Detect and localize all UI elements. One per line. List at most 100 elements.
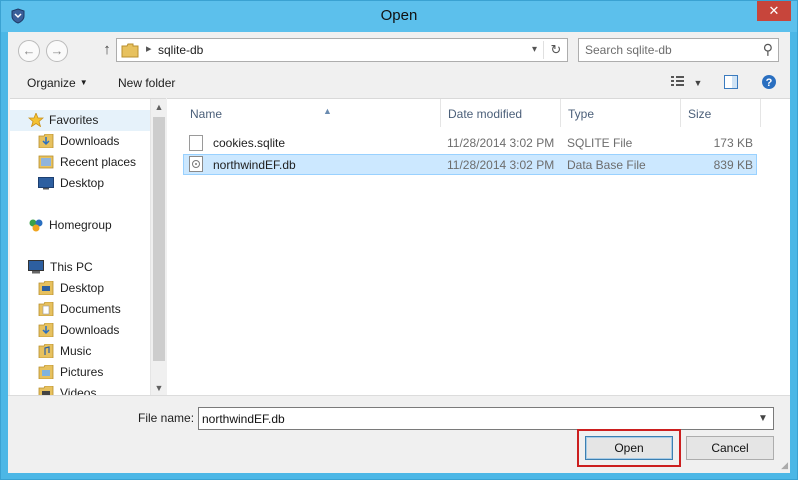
file-name-dropdown[interactable]: ▼ — [755, 410, 771, 427]
recent-places-icon — [38, 155, 54, 169]
title-bar[interactable]: Open ✕ — [1, 1, 797, 32]
breadcrumb-separator-icon[interactable]: ▸ — [146, 42, 152, 55]
nav-item-recent-places[interactable]: Recent places — [10, 152, 150, 173]
folder-icon — [38, 281, 54, 295]
organize-caret-icon: ▼ — [79, 78, 88, 87]
preview-pane-icon — [724, 75, 738, 89]
search-icon[interactable]: ⚲ — [763, 41, 773, 58]
column-header-label: Type — [568, 107, 595, 121]
preview-pane-button[interactable] — [721, 74, 741, 94]
scroll-down-button[interactable]: ▼ — [151, 380, 166, 395]
folder-icon — [38, 323, 54, 337]
downloads-folder-icon — [38, 134, 54, 148]
dialog-body: ← → ↑ ▸ sqlite-db ▾ ↻ ⚲ Organize▼ New fo… — [8, 32, 790, 473]
help-button[interactable]: ? — [759, 74, 779, 94]
address-bar[interactable]: ▸ sqlite-db ▾ ↻ — [116, 38, 568, 62]
nav-item-label: Documents — [60, 302, 121, 316]
nav-item-label: Downloads — [60, 323, 120, 337]
nav-item-desktop[interactable]: Desktop — [10, 173, 150, 194]
scroll-thumb[interactable] — [153, 117, 165, 361]
nav-item-this-pc[interactable]: This PC — [10, 257, 150, 278]
forward-button[interactable]: → — [46, 40, 68, 62]
column-header-label: Date modified — [448, 107, 523, 121]
dialog-footer: File name: ▼ Open Cancel ◢ — [8, 395, 790, 473]
open-button[interactable]: Open — [585, 436, 673, 460]
cancel-button-label: Cancel — [711, 441, 749, 455]
star-icon — [28, 113, 44, 127]
folder-icon — [38, 344, 54, 358]
nav-item-pictures[interactable]: Pictures — [10, 362, 150, 383]
view-details-icon — [671, 76, 684, 86]
address-history-dropdown[interactable]: ▾ — [526, 41, 544, 59]
column-header-type[interactable]: Type — [561, 99, 681, 127]
file-name-input[interactable] — [202, 411, 742, 427]
computer-icon — [28, 260, 44, 274]
nav-item-label: Recent places — [60, 155, 137, 169]
command-bar: Organize ▼ New folder ▼ ? — [8, 70, 790, 97]
search-box[interactable]: ⚲ — [578, 38, 779, 62]
nav-scrollbar[interactable]: ▲ ▼ — [150, 99, 166, 395]
nav-item-label: Music — [60, 344, 92, 358]
nav-item-label: Pictures — [60, 365, 104, 379]
nav-item-pc-desktop[interactable]: Desktop — [10, 278, 150, 299]
svg-text:?: ? — [766, 77, 773, 89]
forward-arrow-icon: → — [50, 43, 64, 58]
file-row-cookies-sqlite[interactable]: cookies.sqlite 11/28/2014 3:02 PM SQLITE… — [183, 133, 757, 154]
sort-ascending-icon: ▲ — [323, 106, 332, 116]
nav-item-music[interactable]: Music — [10, 341, 150, 362]
file-name: cookies.sqlite — [213, 136, 286, 150]
nav-item-label: Desktop — [60, 281, 105, 295]
breadcrumb-sqlite-db[interactable]: sqlite-db — [158, 43, 203, 57]
file-row-northwindef-db[interactable]: northwindEF.db 11/28/2014 3:02 PM Data B… — [183, 154, 757, 175]
change-view-button[interactable] — [668, 74, 688, 94]
file-date-modified: 11/28/2014 3:02 PM — [447, 136, 555, 150]
up-arrow-icon: ↑ — [103, 41, 111, 58]
up-button[interactable]: ↑ — [98, 40, 116, 62]
column-header-size[interactable]: Size — [681, 99, 761, 127]
nav-item-label: This PC — [50, 260, 93, 274]
file-date-modified: 11/28/2014 3:02 PM — [447, 158, 555, 172]
dialog-title: Open — [380, 7, 418, 24]
close-button[interactable]: ✕ — [757, 1, 791, 21]
nav-item-videos[interactable]: Videos — [10, 383, 150, 395]
navigation-pane: Favorites Downloads Recent places Deskto… — [10, 98, 166, 395]
chevron-down-icon: ▼ — [154, 383, 164, 393]
file-name-label: File name: — [138, 411, 195, 425]
folder-icon — [38, 386, 54, 395]
organize-menu[interactable]: Organize ▼ — [27, 76, 88, 90]
nav-item-homegroup[interactable]: Homegroup — [10, 215, 150, 236]
column-header-label: Name — [190, 107, 223, 121]
file-name: northwindEF.db — [213, 158, 296, 172]
view-options-dropdown[interactable]: ▼ — [688, 74, 708, 94]
refresh-button[interactable]: ↻ — [547, 41, 565, 59]
column-header-name[interactable]: Name ▲ — [183, 99, 441, 127]
nav-item-downloads[interactable]: Downloads — [10, 131, 150, 152]
resize-grip-icon[interactable]: ◢ — [781, 460, 788, 471]
new-folder-button[interactable]: New folder — [118, 76, 175, 90]
nav-item-documents[interactable]: Documents — [10, 299, 150, 320]
chevron-down-icon: ▾ — [531, 44, 538, 55]
file-type: SQLITE File — [567, 136, 633, 150]
folder-icon — [38, 302, 54, 316]
search-input[interactable] — [585, 42, 755, 58]
file-size: 173 KB — [713, 136, 753, 150]
file-name-combobox[interactable]: ▼ — [198, 407, 774, 430]
scroll-up-button[interactable]: ▲ — [151, 99, 166, 115]
nav-item-favorites[interactable]: Favorites — [10, 110, 150, 131]
column-header-date-modified[interactable]: Date modified — [441, 99, 561, 127]
back-button[interactable]: ← — [18, 40, 40, 62]
new-folder-label: New folder — [118, 76, 176, 90]
nav-item-label: Desktop — [60, 176, 105, 190]
file-type: Data Base File — [567, 158, 646, 172]
organize-label: Organize — [27, 76, 76, 90]
chevron-down-icon: ▼ — [758, 413, 768, 424]
open-button-label: Open — [614, 441, 644, 455]
refresh-icon: ↻ — [550, 42, 562, 57]
cancel-button[interactable]: Cancel — [686, 436, 774, 460]
back-arrow-icon: ← — [22, 43, 36, 58]
file-list: Name ▲ Date modified Type Size cookies.s… — [167, 98, 790, 395]
nav-item-pc-downloads[interactable]: Downloads — [10, 320, 150, 341]
folder-icon — [38, 365, 54, 379]
caret-down-icon: ▼ — [693, 78, 703, 88]
nav-item-label: Videos — [60, 386, 97, 395]
